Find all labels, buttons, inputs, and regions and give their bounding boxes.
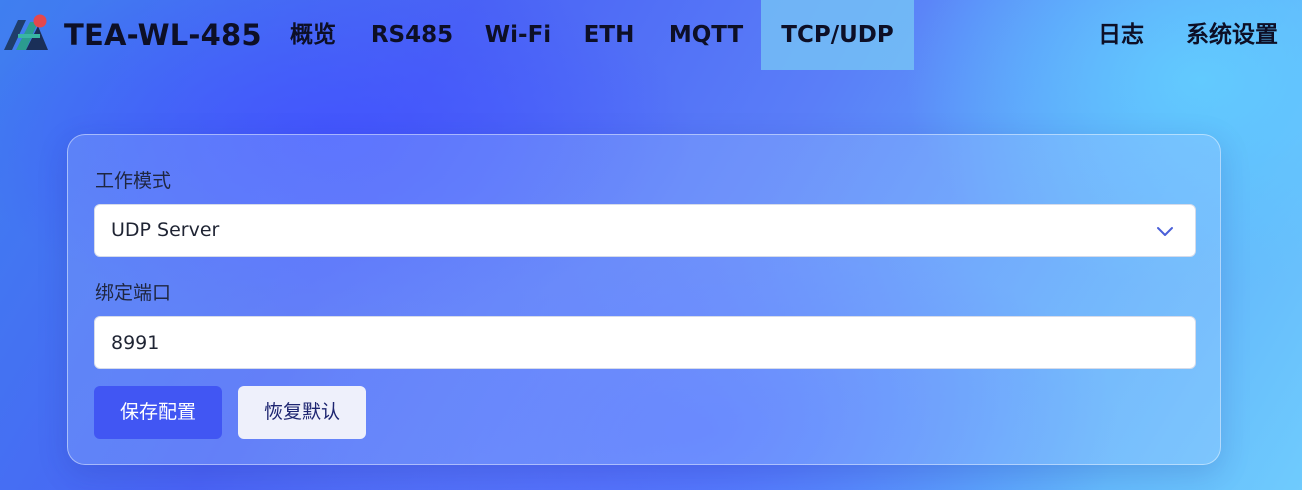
nav-item-log[interactable]: 日志 [1086, 0, 1156, 70]
bind-port-label: 绑定端口 [95, 282, 172, 304]
nav-item-eth[interactable]: ETH [574, 0, 644, 70]
nav-item-wifi[interactable]: Wi-Fi [474, 0, 562, 70]
nav-item-mqtt[interactable]: MQTT [658, 0, 754, 70]
nav-item-tcp-udp[interactable]: TCP/UDP [761, 0, 914, 70]
work-mode-selected-value: UDP Server [111, 219, 220, 241]
chevron-down-icon [1157, 227, 1173, 236]
nav-item-rs485[interactable]: RS485 [362, 0, 462, 70]
brand-title: TEA-WL-485 [64, 18, 262, 52]
nav-item-system-settings[interactable]: 系统设置 [1170, 0, 1294, 70]
bind-port-input[interactable] [94, 316, 1196, 369]
save-config-button[interactable]: 保存配置 [94, 386, 222, 439]
app-logo-icon [4, 14, 48, 50]
top-navigation-bar: TEA-WL-485 概览 RS485 Wi-Fi ETH MQTT TCP/U… [0, 0, 1302, 70]
work-mode-label: 工作模式 [95, 170, 172, 192]
nav-item-overview[interactable]: 概览 [276, 0, 350, 70]
work-mode-select[interactable]: UDP Server [94, 204, 1196, 257]
restore-defaults-button[interactable]: 恢复默认 [238, 386, 366, 439]
